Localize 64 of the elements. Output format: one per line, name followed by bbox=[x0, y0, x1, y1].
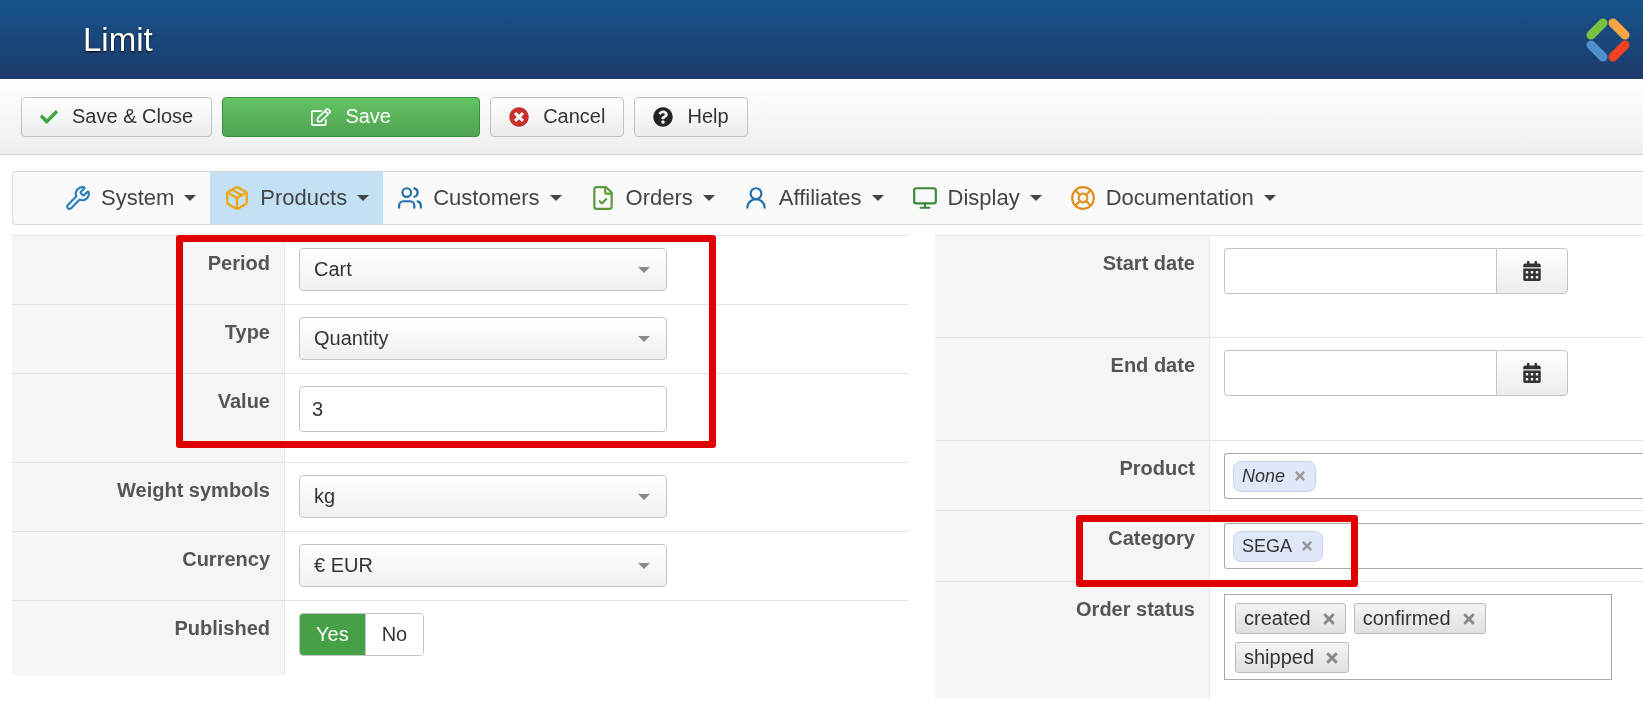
caret-icon bbox=[184, 195, 197, 201]
caret-icon bbox=[638, 335, 650, 342]
field-label: Category bbox=[1108, 527, 1195, 549]
tag-label: confirmed bbox=[1362, 607, 1451, 630]
field-label: Start date bbox=[1102, 252, 1195, 274]
input-field[interactable]: 3 bbox=[299, 386, 667, 432]
caret-icon bbox=[357, 195, 370, 201]
caret-icon bbox=[638, 493, 650, 500]
caret-icon bbox=[638, 266, 650, 273]
menu-item[interactable]: Orders bbox=[575, 172, 729, 224]
tag-field[interactable]: SEGA bbox=[1224, 523, 1643, 569]
select-field[interactable]: Cart bbox=[299, 248, 667, 291]
menu-item[interactable]: Products bbox=[210, 172, 384, 224]
menu-item[interactable]: Affiliates bbox=[728, 172, 898, 224]
menu-item[interactable]: Customers bbox=[383, 172, 576, 224]
tag-field[interactable]: None bbox=[1224, 453, 1643, 499]
tag-label: SEGA bbox=[1242, 535, 1293, 557]
tag-label: shipped bbox=[1244, 646, 1315, 669]
field-label: Period bbox=[207, 252, 270, 274]
menu-item[interactable]: Documentation bbox=[1055, 172, 1290, 224]
calendar-button[interactable] bbox=[1496, 248, 1568, 294]
field-label: Product bbox=[1119, 457, 1195, 479]
caret-icon bbox=[871, 195, 884, 201]
menu-item[interactable]: System bbox=[51, 172, 211, 224]
monitor-icon bbox=[911, 185, 938, 211]
caret-icon bbox=[549, 195, 562, 201]
field-label: End date bbox=[1110, 354, 1195, 376]
calendar-icon bbox=[1522, 261, 1542, 281]
menu-item[interactable]: Display bbox=[897, 172, 1056, 224]
tag-field[interactable]: created confirmed shipped bbox=[1224, 594, 1612, 680]
people-icon bbox=[397, 185, 424, 211]
select-field[interactable]: kg bbox=[299, 475, 667, 518]
field-label: Weight symbols bbox=[117, 479, 270, 501]
lifebuoy-icon bbox=[1069, 185, 1096, 211]
close-icon bbox=[509, 106, 530, 127]
select-field[interactable]: Quantity bbox=[299, 317, 667, 360]
caret-icon bbox=[1029, 195, 1042, 201]
remove-icon[interactable] bbox=[1300, 539, 1315, 553]
box-icon bbox=[224, 185, 251, 211]
field-label: Currency bbox=[182, 548, 270, 570]
date-field[interactable] bbox=[1224, 248, 1496, 294]
field-label: Value bbox=[217, 390, 270, 412]
field-label: Type bbox=[224, 321, 270, 343]
help-icon bbox=[653, 106, 674, 127]
tools-icon bbox=[65, 185, 91, 211]
calendar-button[interactable] bbox=[1496, 350, 1568, 396]
field-label: Published bbox=[174, 617, 270, 639]
toolbar-button[interactable]: Cancel bbox=[490, 96, 625, 137]
toolbar-button[interactable]: Help bbox=[634, 96, 748, 137]
calendar-icon bbox=[1522, 363, 1542, 383]
date-field[interactable] bbox=[1224, 350, 1496, 396]
tag-label: created bbox=[1244, 607, 1311, 630]
caret-icon bbox=[638, 562, 650, 569]
toggle-option[interactable]: No bbox=[364, 614, 424, 655]
field-label: Order status bbox=[1076, 598, 1195, 620]
caret-icon bbox=[1263, 195, 1276, 201]
select-field[interactable]: € EUR bbox=[299, 544, 667, 587]
edit-icon bbox=[311, 106, 332, 127]
remove-icon[interactable] bbox=[1293, 469, 1308, 483]
check-icon bbox=[40, 107, 58, 126]
caret-icon bbox=[702, 195, 715, 201]
page-title: Limit bbox=[83, 20, 153, 59]
tag-label: None bbox=[1242, 465, 1286, 487]
toolbar-button[interactable]: Save & Close bbox=[21, 96, 213, 137]
